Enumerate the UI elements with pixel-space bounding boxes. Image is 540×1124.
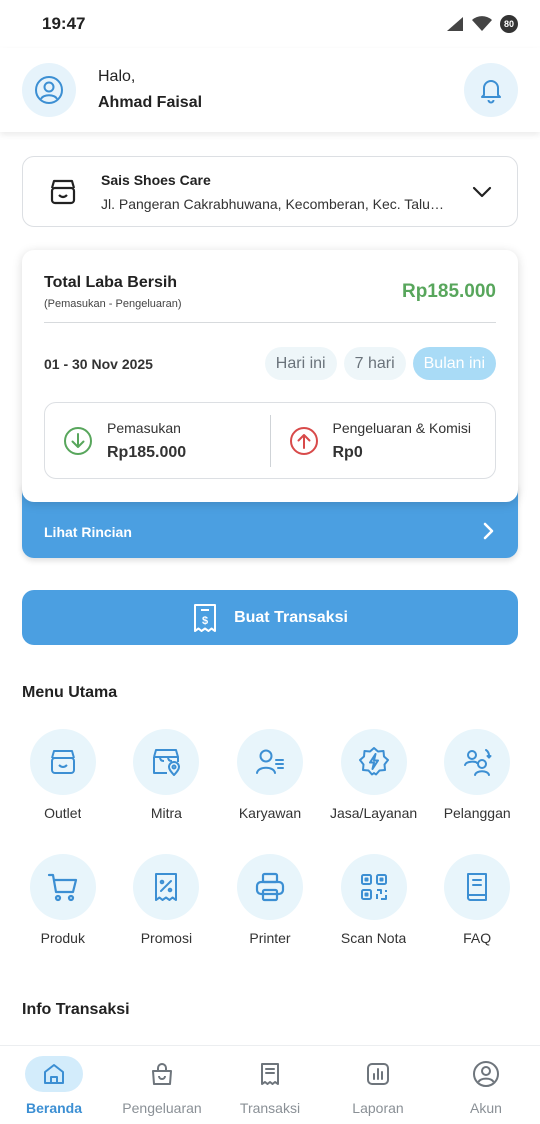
income-text: Pemasukan Rp185.000 xyxy=(107,420,186,462)
menu-label: Promosi xyxy=(140,930,193,946)
greeting: Halo, Ahmad Faisal xyxy=(98,68,464,112)
nav-beranda[interactable]: Beranda xyxy=(0,1046,108,1124)
nav-label: Transaksi xyxy=(239,1100,301,1116)
main-menu-title: Menu Utama xyxy=(22,684,118,701)
chevron-right-icon xyxy=(483,522,494,540)
nav-pengeluaran[interactable]: Pengeluaran xyxy=(108,1046,216,1124)
book-icon xyxy=(444,854,511,920)
view-details-label: Lihat Rincian xyxy=(44,524,132,540)
outlet-address: Jl. Pangeran Cakrabhuwana, Kecomberan, K… xyxy=(101,195,445,212)
nav-laporan[interactable]: Laporan xyxy=(324,1046,432,1124)
account-icon xyxy=(457,1056,515,1092)
menu-item-pelanggan[interactable]: Pelanggan xyxy=(425,729,529,821)
menu-label: Jasa/Layanan xyxy=(329,805,418,821)
income-label: Pemasukan xyxy=(107,419,181,436)
menu-label: Pelanggan xyxy=(443,805,511,821)
chart-icon xyxy=(349,1056,407,1092)
signal-icon xyxy=(447,17,463,31)
nav-label: Beranda xyxy=(25,1100,83,1116)
filter-7-days[interactable]: 7 hari xyxy=(343,347,406,380)
store-icon xyxy=(29,729,96,795)
nav-akun[interactable]: Akun xyxy=(432,1046,540,1124)
nav-label: Akun xyxy=(470,1100,502,1116)
expense-summary: Pengeluaran & Komisi Rp0 xyxy=(271,420,496,462)
menu-label: Outlet xyxy=(44,805,82,821)
expense-value: Rp0 xyxy=(332,443,363,461)
partner-store-icon xyxy=(133,729,200,795)
profit-subtitle: (Pemasukan - Pengeluaran) xyxy=(44,298,182,310)
expense-label: Pengeluaran & Komisi xyxy=(332,419,472,436)
create-transaction-button[interactable]: $ Buat Transaksi xyxy=(22,590,518,645)
status-icons: 80 xyxy=(446,15,518,33)
promo-icon xyxy=(133,854,200,920)
outlet-selector[interactable]: Sais Shoes Care Jl. Pangeran Cakrabhuwan… xyxy=(22,156,518,227)
menu-item-printer[interactable]: Printer xyxy=(218,854,322,946)
printer-icon xyxy=(236,854,303,920)
menu-item-mitra[interactable]: Mitra xyxy=(115,729,219,821)
bottom-nav: Beranda Pengeluaran Transaksi Laporan Ak… xyxy=(0,1045,540,1124)
period-range: 01 - 30 Nov 2025 xyxy=(44,355,153,372)
menu-label: Scan Nota xyxy=(340,930,407,946)
receipt-dollar-icon: $ xyxy=(194,603,217,632)
menu-item-karyawan[interactable]: Karyawan xyxy=(218,729,322,821)
home-icon xyxy=(25,1056,83,1092)
profit-card: Total Laba Bersih (Pemasukan - Pengeluar… xyxy=(22,250,518,502)
profile-avatar-button[interactable] xyxy=(22,63,76,117)
menu-label: Produk xyxy=(40,930,85,946)
create-transaction-label: Buat Transaksi xyxy=(234,608,348,626)
profit-header: Total Laba Bersih (Pemasukan - Pengeluar… xyxy=(44,274,496,323)
menu-item-jasa-layanan[interactable]: Jasa/Layanan xyxy=(322,729,426,821)
bag-icon xyxy=(133,1056,191,1092)
app-header: Halo, Ahmad Faisal xyxy=(0,48,540,132)
period-row: 01 - 30 Nov 2025 Hari ini 7 hari Bulan i… xyxy=(44,347,496,380)
arrow-up-circle-icon xyxy=(289,426,318,455)
nav-label: Laporan xyxy=(352,1100,404,1116)
expense-text: Pengeluaran & Komisi Rp0 xyxy=(333,420,472,462)
profit-title: Total Laba Bersih xyxy=(44,274,178,291)
profit-amount: Rp185.000 xyxy=(401,281,496,302)
menu-label: Mitra xyxy=(150,805,182,821)
user-icon xyxy=(35,76,63,104)
customer-icon xyxy=(444,729,511,795)
income-summary: Pemasukan Rp185.000 xyxy=(45,420,270,462)
notification-button[interactable] xyxy=(464,63,518,117)
menu-label: FAQ xyxy=(463,930,492,946)
menu-item-faq[interactable]: FAQ xyxy=(425,854,529,946)
nav-label: Pengeluaran xyxy=(122,1100,202,1116)
filter-today[interactable]: Hari ini xyxy=(264,347,337,380)
user-name: Ahmad Faisal xyxy=(98,94,203,111)
svg-text:$: $ xyxy=(202,615,208,627)
store-icon xyxy=(50,179,76,204)
filter-this-month[interactable]: Bulan ini xyxy=(412,347,496,380)
bell-icon xyxy=(481,80,501,104)
chevron-down-icon xyxy=(472,186,492,197)
outlet-name: Sais Shoes Care xyxy=(101,171,211,188)
profit-title-group: Total Laba Bersih (Pemasukan - Pengeluar… xyxy=(44,274,182,310)
menu-label: Karyawan xyxy=(238,805,302,821)
wifi-icon xyxy=(472,16,492,31)
income-expense-box: Pemasukan Rp185.000 Pengeluaran & Komisi… xyxy=(44,402,496,479)
battery-icon: 80 xyxy=(500,15,518,33)
income-value: Rp185.000 xyxy=(107,443,187,461)
profit-summary: Total Laba Bersih (Pemasukan - Pengeluar… xyxy=(22,250,518,558)
employee-icon xyxy=(236,729,303,795)
qr-scan-icon xyxy=(340,854,407,920)
arrow-down-circle-icon xyxy=(64,426,92,455)
status-bar: 19:47 80 xyxy=(0,0,540,48)
period-filters: Hari ini 7 hari Bulan ini xyxy=(264,347,496,380)
cart-icon xyxy=(29,854,96,920)
status-time: 19:47 xyxy=(42,14,86,33)
menu-item-produk[interactable]: Produk xyxy=(11,854,115,946)
main-menu-grid: Outlet Mitra Karyawan Jasa/Layanan Pelan… xyxy=(11,729,529,946)
menu-item-scan-nota[interactable]: Scan Nota xyxy=(322,854,426,946)
menu-label: Printer xyxy=(249,930,291,946)
menu-item-promosi[interactable]: Promosi xyxy=(115,854,219,946)
outlet-info: Sais Shoes Care Jl. Pangeran Cakrabhuwan… xyxy=(101,172,471,212)
greeting-text: Halo, xyxy=(98,68,136,85)
menu-item-outlet[interactable]: Outlet xyxy=(11,729,115,821)
nav-transaksi[interactable]: Transaksi xyxy=(216,1046,324,1124)
receipt-icon xyxy=(241,1056,299,1092)
info-section-title: Info Transaksi xyxy=(22,1001,130,1018)
service-badge-icon xyxy=(340,729,407,795)
